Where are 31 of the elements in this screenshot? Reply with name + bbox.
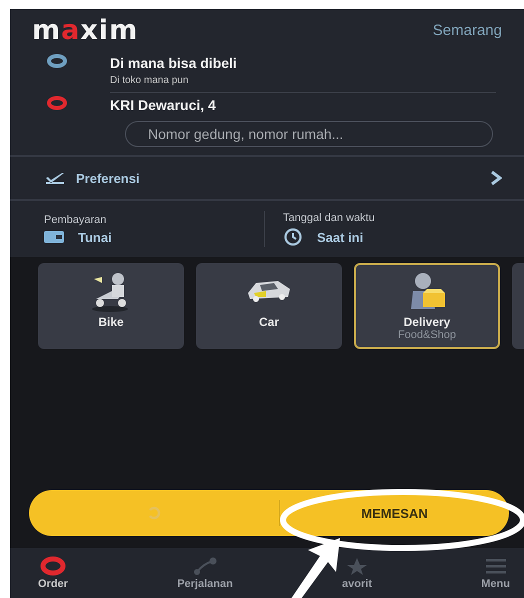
field-value: Saat ini	[317, 230, 364, 244]
service-subtitle: Food&Shop	[398, 329, 456, 341]
preferences-label: Preferensi	[76, 170, 141, 186]
logo-icon	[38, 556, 67, 576]
datetime-selector[interactable]: Tanggal dan waktu Saat ini	[283, 212, 503, 246]
address-title[interactable]: KRI Dewaruci, 4	[110, 97, 496, 113]
service-card[interactable]: Car	[196, 263, 342, 349]
address-field[interactable]: Nomor gedung, nomor rumah...	[125, 121, 493, 147]
car-icon	[248, 280, 290, 302]
service-card[interactable]: Bike	[38, 263, 184, 349]
field-label: Pembayaran	[44, 214, 108, 226]
address-title[interactable]: Di mana bisa dibeli	[110, 55, 496, 71]
logo: maxim	[32, 14, 138, 46]
field-label: Tanggal dan waktu	[283, 212, 376, 224]
city-selector[interactable]: Semarang	[432, 22, 502, 38]
field-value: Tunai	[78, 230, 112, 244]
nav-tab[interactable]: Order	[38, 548, 68, 598]
payment-selector[interactable]: Pembayaran Tunai	[44, 214, 264, 244]
nav-tab[interactable]: avorit	[342, 548, 372, 598]
loading-icon	[147, 506, 161, 520]
clock-icon	[283, 228, 303, 246]
courier-icon	[409, 273, 445, 309]
address-subtitle: Di toko mana pun	[110, 75, 190, 86]
nav-tab[interactable]: Perjalanan	[177, 548, 233, 598]
chevron-right-icon	[490, 170, 502, 186]
check-icon	[44, 171, 66, 185]
nav-tab[interactable]: Menu	[481, 548, 510, 598]
route-icon	[191, 556, 219, 576]
preferences-row[interactable]: Preferensi	[10, 157, 524, 201]
service-card[interactable]: Delivery Food&Shop	[354, 263, 500, 349]
wallet-icon	[44, 231, 64, 243]
